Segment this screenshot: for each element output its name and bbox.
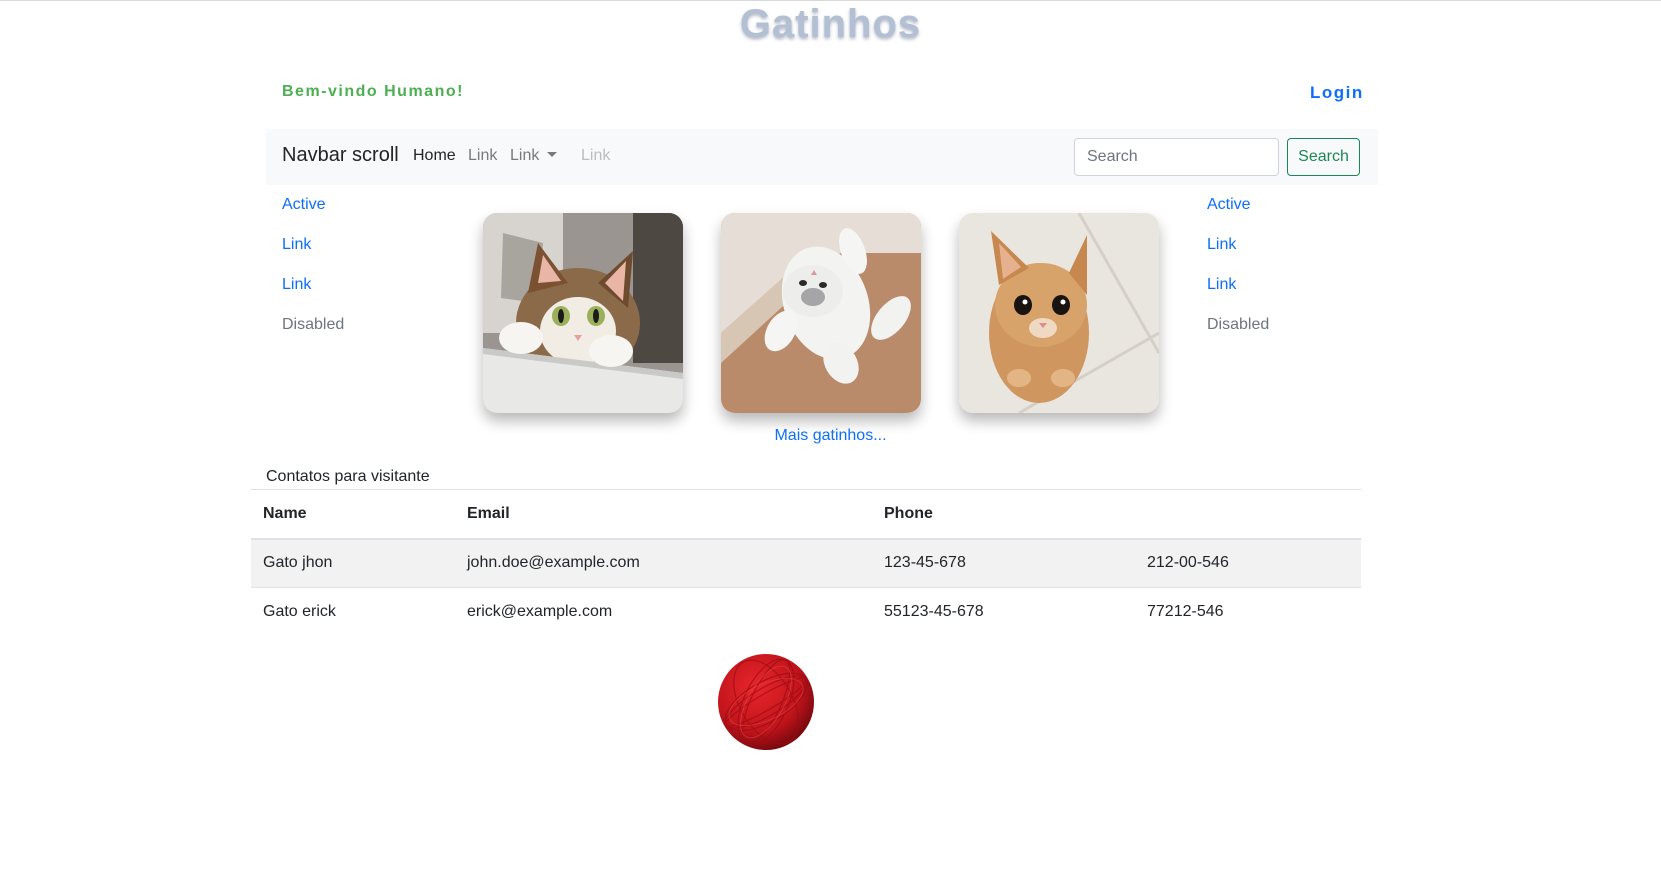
cell-phone: 123-45-678 [872, 538, 1135, 588]
left-nav-active[interactable]: Active [282, 196, 402, 236]
left-side-nav: Active Link Link Disabled [282, 196, 402, 356]
cell-name: Gato jhon [251, 538, 455, 588]
table-row: Gato jhon john.doe@example.com 123-45-67… [251, 538, 1361, 588]
cell-phone: 55123-45-678 [884, 603, 984, 621]
contacts-caption: Contatos para visitante [266, 468, 430, 485]
more-cats-link[interactable]: Mais gatinhos... [0, 427, 1661, 445]
column-header-email: Email [467, 504, 510, 522]
column-header-extra [1135, 490, 1361, 539]
navbar: Navbar scroll Home Link Link Link Search [266, 129, 1378, 185]
left-nav-link-1[interactable]: Link [282, 236, 402, 276]
site-title: Gatinhos [739, 2, 922, 46]
nav-home-link[interactable]: Home [413, 147, 456, 165]
nav-link-1[interactable]: Link [468, 147, 497, 165]
login-link[interactable]: Login [1310, 83, 1364, 103]
cell-phone-2: 212-00-546 [1135, 538, 1361, 588]
table-row: Gato erick erick@example.com 55123-45-67… [251, 588, 1361, 637]
left-nav-disabled: Disabled [282, 316, 345, 333]
nav-dropdown[interactable]: Link [510, 147, 558, 165]
left-nav-link-2[interactable]: Link [282, 276, 402, 316]
cell-email: erick@example.com [467, 603, 613, 621]
nav-link-disabled: Link [581, 147, 611, 164]
column-header-phone: Phone [884, 504, 933, 522]
right-nav-link-1[interactable]: Link [1207, 236, 1327, 276]
cat-photo-2 [721, 213, 921, 413]
table-header-row: Name Email Phone [251, 489, 1361, 539]
cat-photo-1 [483, 213, 683, 413]
yarn-ball-image [717, 653, 815, 751]
right-side-nav: Active Link Link Disabled [1207, 196, 1327, 356]
column-header-name: Name [263, 504, 307, 522]
search-button[interactable]: Search [1287, 138, 1360, 176]
search-input[interactable] [1074, 138, 1279, 176]
right-nav-active[interactable]: Active [1207, 196, 1327, 236]
cell-email: john.doe@example.com [455, 538, 872, 588]
cell-name: Gato erick [263, 603, 336, 621]
top-rule [0, 0, 1661, 1]
cell-phone-2: 77212-546 [1147, 603, 1224, 621]
cat-photo-3 [959, 213, 1159, 413]
right-nav-link-2[interactable]: Link [1207, 276, 1327, 316]
contacts-table: Name Email Phone Gato jhon john.doe@exam… [251, 489, 1361, 637]
nav-dropdown-label: Link [510, 147, 540, 164]
chevron-down-icon [547, 152, 558, 157]
right-nav-disabled: Disabled [1207, 316, 1270, 333]
navbar-brand[interactable]: Navbar scroll [282, 144, 399, 167]
greeting-text: Bem-vindo Humano! [282, 83, 464, 100]
